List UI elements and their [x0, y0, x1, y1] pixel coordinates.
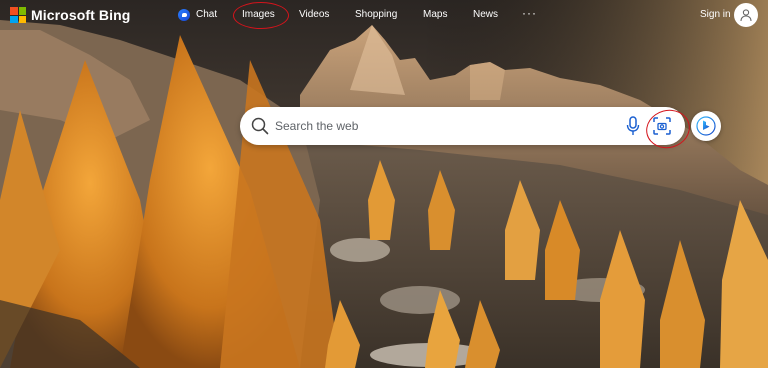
top-nav-bar: Microsoft Bing Chat Images Videos Shoppi… [0, 0, 768, 30]
person-icon [740, 9, 752, 22]
bing-homepage: Microsoft Bing Chat Images Videos Shoppi… [0, 0, 768, 368]
search-input[interactable] [275, 115, 605, 137]
nav-videos[interactable]: Videos [299, 9, 329, 20]
microsoft-logo-icon [10, 7, 26, 23]
nav-more-button[interactable]: ··· [522, 6, 537, 20]
bing-logo[interactable]: Microsoft Bing [10, 6, 130, 24]
signin-link[interactable]: Sign in [700, 9, 731, 20]
nav-news[interactable]: News [473, 9, 498, 20]
logo-square-yellow [18, 15, 26, 23]
search-icon[interactable] [251, 117, 269, 135]
logo-square-red [10, 7, 18, 15]
bing-copilot-button[interactable] [691, 111, 721, 141]
bing-copilot-icon [696, 116, 716, 136]
nav-maps[interactable]: Maps [423, 9, 447, 20]
search-bar[interactable] [240, 107, 685, 145]
brand-name: Microsoft Bing [31, 7, 131, 23]
nav-shopping[interactable]: Shopping [355, 9, 397, 20]
logo-square-blue [10, 15, 18, 23]
visual-search-camera-icon[interactable] [652, 116, 672, 136]
user-avatar-icon[interactable] [734, 3, 758, 27]
nav-images[interactable]: Images [242, 9, 275, 20]
nav-chat[interactable]: Chat [196, 9, 217, 20]
background-image [0, 0, 768, 368]
logo-square-green [18, 7, 26, 15]
microphone-icon[interactable] [626, 116, 640, 136]
copilot-chat-icon[interactable] [178, 9, 190, 21]
